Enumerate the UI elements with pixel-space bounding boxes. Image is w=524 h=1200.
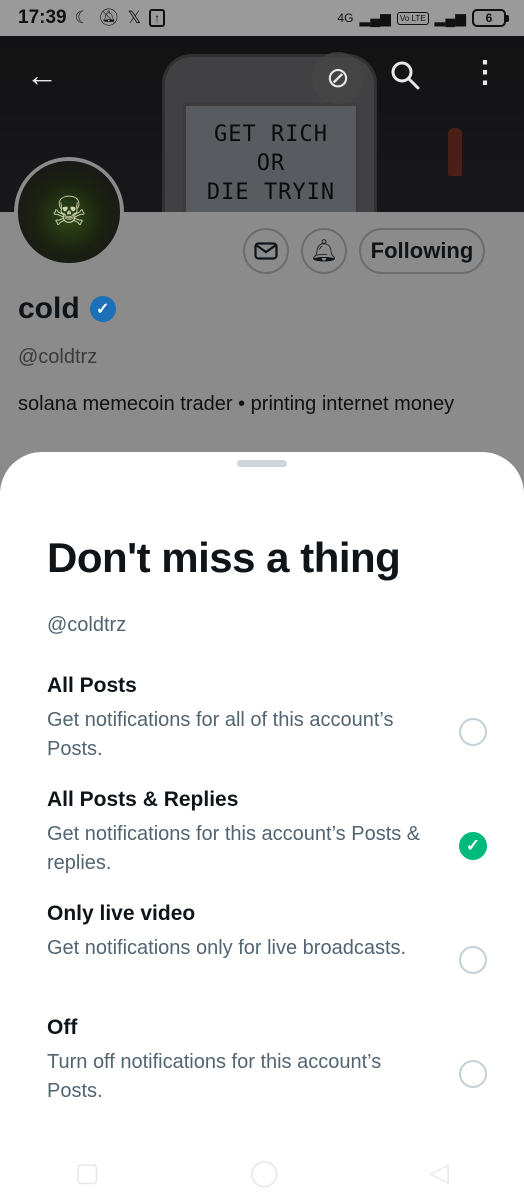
profile-name-row: cold ✓ bbox=[18, 292, 116, 326]
more-options-icon[interactable]: ⋮ bbox=[470, 58, 500, 88]
radio-only-live-video[interactable] bbox=[459, 946, 487, 974]
upload-icon: ↑ bbox=[149, 9, 166, 27]
option-all-posts-replies[interactable]: All Posts & Replies Get notifications fo… bbox=[47, 788, 487, 878]
status-time: 17:39 bbox=[18, 7, 67, 28]
sheet-title: Don't miss a thing bbox=[47, 534, 401, 581]
option-title: Only live video bbox=[47, 902, 196, 925]
radio-all-posts[interactable] bbox=[459, 718, 487, 746]
option-description: Get notifications for all of this accoun… bbox=[47, 709, 394, 760]
muted-notification-icon: 🔕︎ bbox=[97, 8, 120, 27]
verified-badge-icon: ✓ bbox=[89, 296, 116, 322]
search-icon[interactable] bbox=[390, 60, 420, 96]
profile-name: cold bbox=[18, 292, 80, 325]
battery-level: 6 bbox=[485, 11, 493, 25]
home-icon[interactable]: ◯ bbox=[250, 1157, 279, 1188]
option-description: Get notifications for this account’s Pos… bbox=[47, 823, 421, 874]
check-icon: ✓ bbox=[465, 836, 481, 855]
mail-icon bbox=[254, 242, 278, 260]
message-button[interactable] bbox=[243, 228, 289, 274]
notification-settings-sheet: Don't miss a thing @coldtrz All Posts Ge… bbox=[0, 452, 524, 1200]
volte-badge: Vo LTE bbox=[396, 11, 429, 25]
profile-handle: @coldtrz bbox=[18, 346, 98, 368]
option-title: All Posts & Replies bbox=[47, 788, 239, 811]
option-description: Get notifications only for live broadcas… bbox=[47, 937, 407, 959]
x-app-icon: 𝕏 bbox=[127, 8, 142, 27]
notifications-bell-button[interactable]: 🔔︎ bbox=[301, 228, 347, 274]
radio-off[interactable] bbox=[459, 1060, 487, 1088]
option-description: Turn off notifications for this account’… bbox=[47, 1051, 382, 1102]
signal-icon-2: ▂▄▆ bbox=[434, 9, 466, 26]
option-title: Off bbox=[47, 1016, 78, 1039]
network-type: 4G bbox=[337, 11, 354, 25]
sheet-handle: @coldtrz bbox=[47, 614, 127, 636]
back-arrow-icon[interactable]: ← bbox=[26, 59, 58, 91]
option-title: All Posts bbox=[47, 674, 137, 697]
option-only-live-video[interactable]: Only live video Get notifications only f… bbox=[47, 902, 487, 974]
skull-avatar-image: ☠ bbox=[18, 161, 120, 263]
sheet-drag-handle[interactable] bbox=[237, 460, 287, 467]
battery-icon: 6 bbox=[472, 9, 509, 27]
recents-icon[interactable]: ▢ bbox=[75, 1157, 100, 1188]
option-off[interactable]: Off Turn off notifications for this acco… bbox=[47, 1016, 487, 1106]
status-bar: 17:39 ☾ 🔕︎ 𝕏 ↑ 4G ▂▄▆ Vo LTE ▂▄▆ 6 bbox=[0, 0, 524, 36]
signal-icon: ▂▄▆ bbox=[359, 9, 391, 26]
do-not-disturb-icon: ☾ bbox=[74, 8, 90, 27]
bell-check-icon: 🔔︎ bbox=[310, 238, 338, 263]
following-button[interactable]: Following bbox=[359, 228, 485, 274]
system-navigation-bar: ▢ ◯ ◁ bbox=[0, 1145, 524, 1200]
avatar[interactable]: ☠ bbox=[14, 157, 124, 267]
profile-bio: solana memecoin trader • printing intern… bbox=[18, 393, 455, 415]
grok-icon[interactable]: ⊘ bbox=[312, 52, 364, 104]
option-all-posts[interactable]: All Posts Get notifications for all of t… bbox=[47, 674, 487, 764]
back-nav-icon[interactable]: ◁ bbox=[429, 1157, 449, 1188]
radio-all-posts-replies-selected[interactable]: ✓ bbox=[459, 832, 487, 860]
